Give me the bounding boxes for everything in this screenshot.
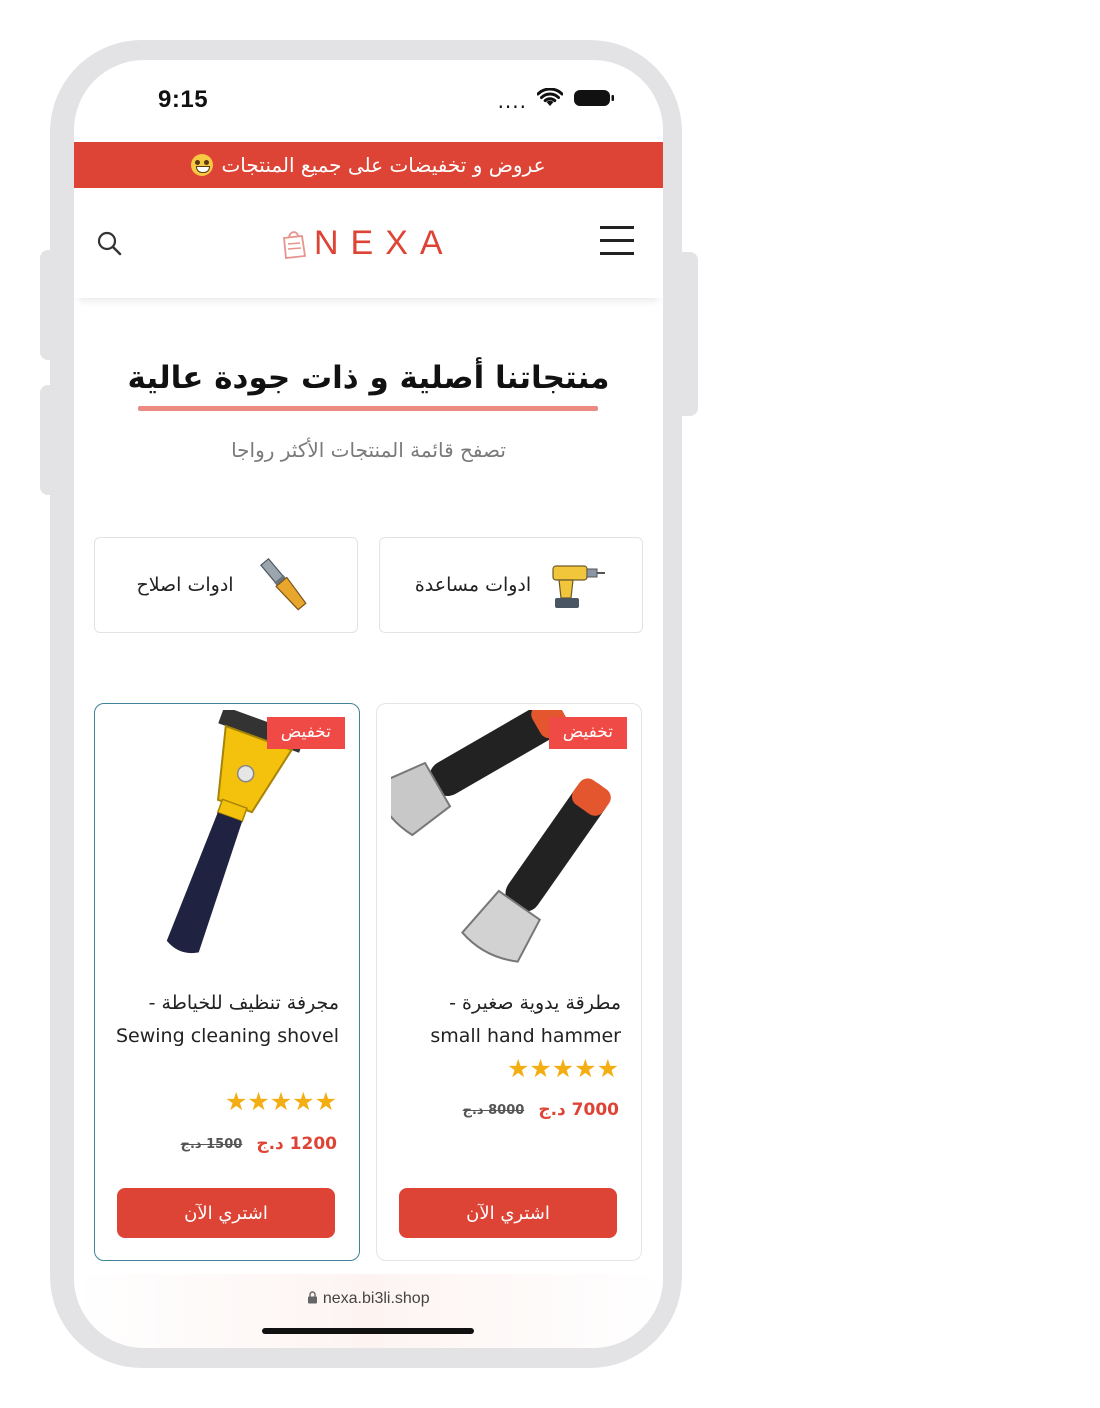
hammer-icon [391, 710, 611, 963]
original-price: 1500 د.ج [180, 1136, 243, 1152]
star-struck-emoji-icon [191, 154, 214, 176]
volume-down-button [40, 385, 64, 495]
hamburger-menu-button[interactable] [598, 226, 638, 260]
battery-icon [574, 90, 614, 106]
price-row: 1200 د.ج 1500 د.ج [181, 1134, 337, 1154]
price-row: 7000 د.ج 8000 د.ج [463, 1100, 619, 1120]
discount-badge: تخفيض [548, 717, 627, 749]
search-icon [97, 231, 122, 256]
buy-now-button[interactable]: اشتري الآن [399, 1188, 617, 1238]
category-card-repair-tools[interactable]: ادوات اصلاح [94, 537, 358, 633]
power-button [672, 252, 698, 416]
category-label: ادوات اصلاح [136, 574, 234, 596]
category-card-helper-tools[interactable]: ادوات مساعدة [379, 537, 643, 633]
menu-line-icon [600, 226, 634, 229]
url-text: nexa.bi3li.shop [322, 1290, 430, 1307]
product-name[interactable]: مجرفة تنظيف للخياطة - Sewing cleaning sh… [113, 987, 339, 1053]
chisel-icon [259, 557, 307, 611]
rating-stars: ★★★★★ [506, 1054, 619, 1083]
hero-title: منتجاتنا أصلية و ذات جودة عالية [127, 360, 610, 396]
discount-badge: تخفيض [266, 717, 345, 749]
promo-banner: عروض و تخفيضات على جميع المنتجات [74, 142, 663, 188]
hero-subtitle: تصفح قائمة المنتجات الأكثر رواجا [231, 438, 506, 462]
volume-up-button [40, 250, 64, 360]
product-card-scraper[interactable]: تخفيض مجرفة تنظيف للخياطة - Sewing clean… [94, 703, 360, 1261]
lock-icon [308, 1291, 318, 1304]
url-display[interactable]: nexa.bi3li.shop [74, 1290, 663, 1308]
home-indicator[interactable] [262, 1328, 474, 1334]
site-logo[interactable]: NEXA [278, 224, 455, 263]
wifi-icon [537, 88, 563, 106]
phone-screen: 9:15 .... عروض و تخفيضات على جميع المنتج… [74, 60, 663, 1348]
scraper-icon [166, 710, 306, 954]
rating-stars: ★★★★★ [224, 1087, 337, 1116]
signal-icon: .... [497, 89, 527, 113]
sale-price: 1200 د.ج [256, 1134, 337, 1154]
menu-line-icon [600, 239, 634, 242]
site-header: NEXA [74, 188, 663, 298]
search-button[interactable] [96, 230, 128, 262]
sale-price: 7000 د.ج [538, 1100, 619, 1120]
buy-now-button[interactable]: اشتري الآن [117, 1188, 335, 1238]
product-name[interactable]: مطرقة يدوية صغيرة - small hand hammer [395, 987, 621, 1053]
category-label: ادوات مساعدة [414, 574, 532, 596]
status-time: 9:15 [158, 86, 209, 113]
browser-url-bar[interactable]: nexa.bi3li.shop [74, 1274, 663, 1348]
hero-underline [138, 406, 598, 411]
shopping-bag-icon [283, 230, 307, 259]
original-price: 8000 د.ج [462, 1102, 525, 1118]
drill-icon [552, 565, 606, 608]
product-card-hammer[interactable]: تخفيض مطرقة يدوية صغيرة - small hand ham… [376, 703, 642, 1261]
promo-text: عروض و تخفيضات على جميع المنتجات [221, 153, 546, 177]
status-icons: .... [497, 88, 615, 113]
logo-text: NEXA [314, 224, 455, 262]
menu-line-icon [600, 252, 634, 255]
